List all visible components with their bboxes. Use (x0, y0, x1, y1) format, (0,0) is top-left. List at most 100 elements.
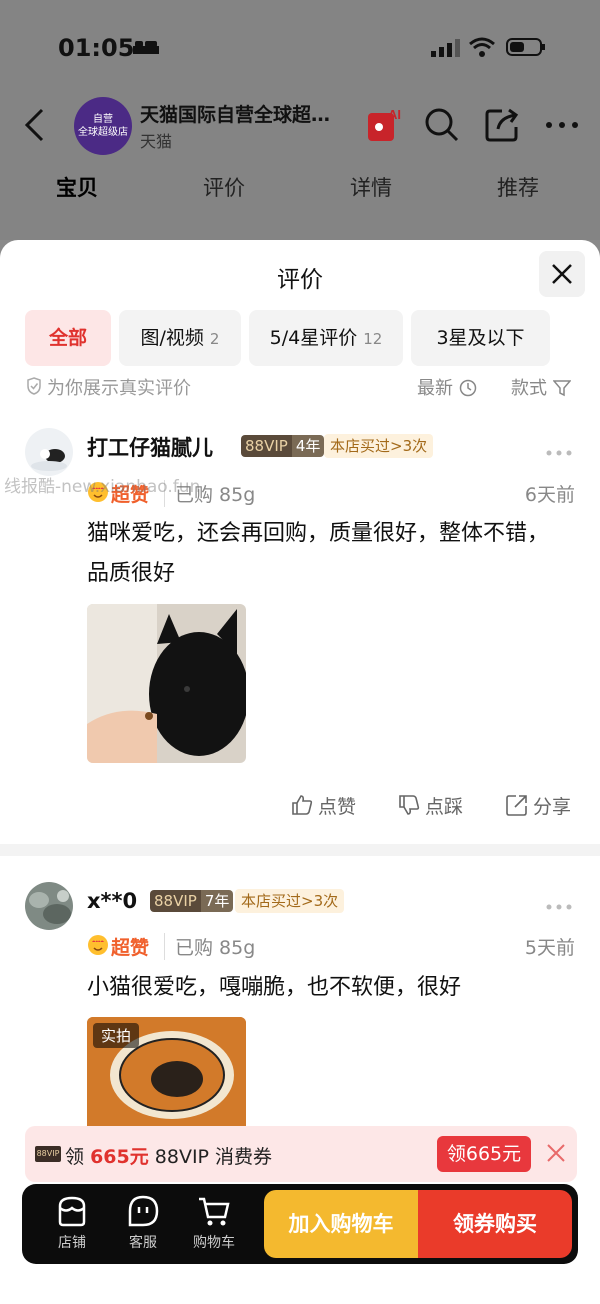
close-icon[interactable] (545, 1142, 567, 1164)
ai-assistant-icon[interactable]: AI (366, 105, 406, 145)
filter-low-stars[interactable]: 3星及以下 (411, 310, 550, 366)
sleep-mode-icon (133, 41, 159, 54)
shop-name[interactable]: 天猫国际自营全球超… (140, 100, 340, 127)
username: x**0 (87, 889, 138, 913)
buy-with-coupon-button[interactable]: 领券购买 (418, 1190, 572, 1258)
reviews-sheet: 评价 全部 图/视频 2 5/4星评价 12 3星及以下 为你展示真实评价 最新 款… (0, 240, 600, 1304)
cart-icon (199, 1197, 230, 1226)
shop-subtitle: 天猫 (140, 132, 173, 151)
avatar[interactable] (25, 428, 73, 476)
cart-label: 购物车 (193, 1235, 235, 1251)
coupon-text: 领 665元 88VIP 消费券 (65, 1142, 272, 1169)
rating-label: 超赞 (111, 937, 150, 959)
filter-all[interactable]: 全部 (25, 310, 111, 366)
shop-logo[interactable]: 自营 全球超级店 (74, 97, 132, 155)
style-label: 款式 (511, 378, 547, 399)
like-label: 点赞 (318, 796, 357, 818)
username: 打工仔猫腻儿 (87, 436, 213, 460)
cellular-signal-icon (431, 39, 460, 57)
sort-latest[interactable]: 最新 (417, 374, 477, 400)
tab-reviews[interactable]: 评价 (203, 172, 245, 202)
thumbs-up-icon (292, 795, 313, 815)
filter-high-label: 5/4星评价 (269, 327, 358, 349)
filter-all-label: 全部 (48, 327, 87, 349)
search-icon[interactable] (424, 107, 460, 143)
heart-eyes-icon (88, 935, 108, 955)
tab-recommend[interactable]: 推荐 (497, 172, 539, 202)
thumbs-down-icon (399, 795, 420, 815)
coupon-amount: 665元 (90, 1146, 149, 1168)
store-label: 店铺 (58, 1235, 86, 1251)
battery-icon (506, 38, 545, 56)
like-button[interactable]: 点赞 (290, 792, 356, 819)
customer-service-icon (128, 1195, 159, 1227)
filter-high-count: 12 (363, 330, 383, 348)
tab-item[interactable]: 宝贝 (56, 172, 98, 202)
review-photo[interactable] (87, 604, 246, 763)
share-icon[interactable] (484, 107, 520, 143)
more-options-icon[interactable] (546, 904, 572, 910)
store-icon (58, 1196, 86, 1227)
repeat-buyer-badge: 本店买过>3次 (235, 889, 345, 913)
store-button[interactable]: 店铺 (40, 1194, 104, 1252)
home-indicator-area (0, 1270, 600, 1304)
sheet-title: 评价 (277, 267, 323, 293)
vip-badge: 88VIP 7年 (150, 890, 234, 912)
coupon-suffix: 88VIP 消费券 (154, 1146, 273, 1168)
repeat-buyer-badge: 本店买过>3次 (324, 434, 434, 458)
top-nav: 自营 全球超级店 天猫国际自营全球超… 天猫 AI (0, 95, 600, 157)
filter-media-count: 2 (209, 330, 220, 348)
coupon-banner: 88VIP 领 665元 88VIP 消费券 领665元 (25, 1126, 577, 1182)
purchased-spec: 已购 85g (164, 933, 255, 960)
dislike-button[interactable]: 点踩 (397, 792, 463, 819)
service-button[interactable]: 客服 (111, 1194, 175, 1252)
notice-row: 为你展示真实评价 最新 款式 (25, 374, 575, 400)
close-button[interactable] (539, 251, 585, 297)
filter-media-label: 图/视频 (140, 327, 204, 349)
sort-label: 最新 (417, 378, 453, 399)
share-icon (506, 795, 527, 816)
more-icon[interactable] (545, 121, 579, 129)
review-time: 6天前 (524, 484, 575, 506)
clock-icon (459, 379, 476, 397)
funnel-icon (552, 380, 572, 397)
status-time: 01:05 (58, 34, 135, 62)
vip-mark: 88VIP (35, 1146, 61, 1162)
vip-years: 4年 (291, 435, 325, 457)
review-card: x**0 88VIP 7年 本店买过>3次 超赞 已购 85g 5天前 小猫很爱吃… (0, 882, 600, 1176)
service-label: 客服 (129, 1235, 157, 1251)
watermark: 线报酷-new.xianbao.fun (4, 477, 201, 497)
more-options-icon[interactable] (546, 450, 572, 456)
divider (0, 844, 600, 856)
filter-style[interactable]: 款式 (511, 374, 572, 400)
review-text: 小猫很爱吃，嘎嘣脆，也不软便，很好 (87, 975, 462, 1000)
vip-label: 88VIP (241, 435, 292, 457)
add-to-cart-button[interactable]: 加入购物车 (264, 1190, 418, 1258)
dislike-label: 点踩 (425, 796, 464, 818)
cart-button[interactable]: 购物车 (182, 1194, 246, 1252)
background-page: 01:05 自营 全球超级店 天猫国际自营全球超… 天猫 AI 宝贝 评价 详情… (0, 0, 600, 240)
review-actions: 点赞 点踩 分享 (0, 792, 600, 822)
share-review-button[interactable]: 分享 (505, 792, 571, 819)
vip-years: 7年 (200, 890, 234, 912)
ai-label: AI (388, 107, 401, 122)
vip-label: 88VIP (150, 890, 201, 912)
tab-details[interactable]: 详情 (350, 172, 392, 202)
filter-media[interactable]: 图/视频 2 (119, 310, 241, 366)
shop-logo-line1: 自营 (93, 114, 113, 125)
rating: 超赞 (87, 933, 149, 960)
review-text: 猫咪爱吃，还会再回购，质量很好，整体不错，品质很好 (87, 521, 550, 586)
wifi-icon (469, 37, 495, 57)
authentic-notice: 为你展示真实评价 (47, 378, 191, 399)
coupon-prefix: 领 (65, 1146, 85, 1168)
filter-high-stars[interactable]: 5/4星评价 12 (249, 310, 403, 366)
review-time: 5天前 (524, 937, 575, 959)
avatar[interactable] (25, 882, 73, 930)
status-bar: 01:05 (0, 28, 600, 68)
shop-logo-line2: 全球超级店 (78, 127, 128, 138)
back-icon[interactable] (22, 107, 46, 143)
claim-coupon-button[interactable]: 领665元 (437, 1136, 531, 1172)
page-tabs: 宝贝 评价 详情 推荐 (0, 172, 600, 212)
photo-tag: 实拍 (93, 1023, 140, 1048)
bottom-action-bar: 店铺 客服 购物车 加入购物车 领券购买 (22, 1184, 578, 1264)
